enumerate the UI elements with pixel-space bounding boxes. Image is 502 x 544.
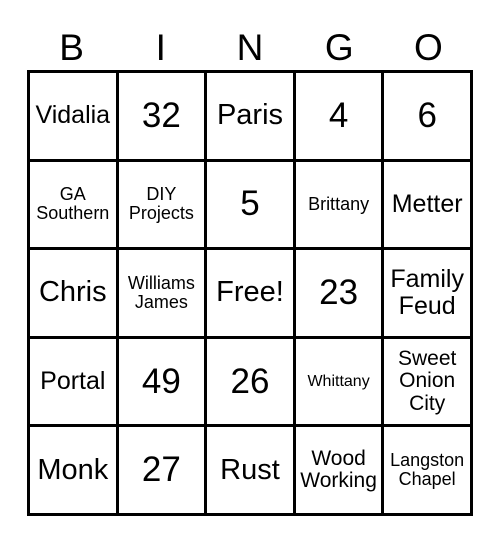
bingo-cell[interactable]: Langston Chapel — [381, 427, 470, 513]
bingo-cell-label: 5 — [240, 184, 260, 224]
bingo-cell[interactable]: Whittany — [292, 338, 382, 425]
bingo-cell-label: Rust — [220, 453, 280, 486]
bingo-row: GA Southern DIY Projects 5 Brittany Mett… — [30, 158, 470, 248]
bingo-header-letter-g: G — [324, 27, 354, 68]
bingo-grid: Vidalia 32 Paris 4 6 GA Southern DIY Pro… — [27, 70, 473, 516]
bingo-cell-label: 26 — [230, 361, 270, 401]
bingo-cell[interactable]: Paris — [204, 73, 293, 159]
bingo-cell-free-space[interactable]: Free! — [204, 250, 293, 336]
bingo-cell-label: GA Southern — [36, 183, 110, 224]
bingo-cell[interactable]: Chris — [30, 250, 116, 336]
bingo-header-letter-n: N — [236, 27, 264, 68]
bingo-card: B I N G O Vidalia 32 Paris 4 6 GA Southe… — [0, 0, 502, 544]
bingo-header-letter-o: O — [414, 27, 443, 68]
bingo-cell-label: 27 — [141, 450, 181, 490]
bingo-cell-label: Paris — [216, 99, 284, 132]
bingo-header-letter-b: B — [59, 27, 84, 68]
bingo-cell-label: Wood Working — [300, 446, 377, 493]
bingo-row: Monk 27 Rust Wood Working Langston Chape… — [30, 424, 470, 513]
bingo-cell[interactable]: 5 — [204, 161, 293, 248]
bingo-cell[interactable]: Rust — [204, 427, 293, 513]
bingo-cell[interactable]: DIY Projects — [115, 161, 205, 248]
bingo-free-space-label: Free! — [216, 276, 284, 309]
bingo-cell-label: Portal — [40, 367, 106, 396]
bingo-cell[interactable]: Monk — [30, 427, 116, 513]
bingo-cell[interactable]: 23 — [292, 250, 382, 336]
bingo-cell-label: Sweet Onion City — [397, 346, 457, 415]
bingo-cell-label: Williams James — [127, 272, 195, 312]
bingo-cell[interactable]: Brittany — [292, 161, 382, 248]
bingo-cell[interactable]: 4 — [292, 73, 382, 159]
bingo-cell-label: Whittany — [307, 372, 370, 390]
bingo-cell-label: Monk — [37, 453, 109, 486]
bingo-cell[interactable]: Wood Working — [292, 427, 382, 513]
bingo-cell[interactable]: Family Feud — [381, 250, 470, 336]
bingo-cell-label: Chris — [38, 276, 107, 309]
bingo-cell[interactable]: Metter — [381, 161, 470, 248]
bingo-cell-label: 23 — [319, 273, 359, 313]
bingo-cell-label: Langston Chapel — [390, 449, 465, 490]
bingo-cell-label: Family Feud — [390, 264, 464, 320]
bingo-cell-label: Metter — [391, 189, 463, 218]
bingo-cell[interactable]: Williams James — [115, 250, 205, 336]
bingo-cell[interactable]: Sweet Onion City — [381, 338, 470, 425]
bingo-cell-label: DIY Projects — [128, 183, 194, 224]
bingo-cell[interactable]: 32 — [115, 73, 205, 159]
bingo-cell[interactable]: Vidalia — [30, 73, 116, 159]
bingo-cell[interactable]: 49 — [115, 338, 205, 425]
bingo-cell-label: 32 — [141, 95, 181, 135]
bingo-header-letter-i: I — [155, 27, 166, 68]
bingo-row: Vidalia 32 Paris 4 6 — [30, 73, 470, 159]
bingo-cell[interactable]: 27 — [115, 427, 205, 513]
bingo-cell-label: Brittany — [308, 193, 370, 214]
bingo-cell[interactable]: 26 — [204, 338, 293, 425]
bingo-row: Portal 49 26 Whittany Sweet Onion City — [30, 335, 470, 425]
bingo-cell-label: Vidalia — [35, 101, 111, 130]
bingo-cell-label: 49 — [141, 361, 181, 401]
bingo-cell-label: 6 — [417, 95, 437, 135]
bingo-cell-label: 4 — [328, 95, 349, 135]
bingo-cell[interactable]: Portal — [30, 338, 116, 425]
bingo-header-row: B I N G O — [27, 16, 473, 68]
bingo-cell[interactable]: GA Southern — [30, 161, 116, 248]
bingo-row: Chris Williams James Free! 23 Family Feu… — [30, 247, 470, 336]
bingo-cell[interactable]: 6 — [381, 73, 470, 159]
